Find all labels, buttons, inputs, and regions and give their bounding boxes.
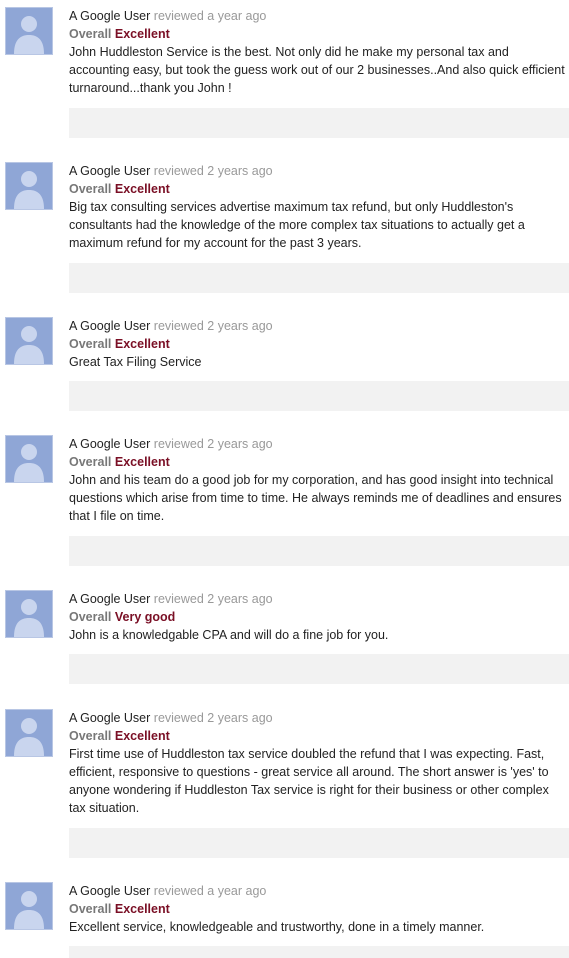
review-date: reviewed a year ago	[153, 9, 267, 23]
review-meta: A Google User reviewed 2 years ago	[69, 590, 569, 608]
user-avatar-icon[interactable]	[5, 162, 53, 210]
review-text: Excellent service, knowledgeable and tru…	[69, 920, 485, 934]
reviewer-name[interactable]: A Google User	[69, 884, 150, 898]
review-meta: A Google User reviewed 2 years ago	[69, 317, 569, 335]
review-rating: Overall Excellent	[69, 453, 569, 471]
user-avatar-icon[interactable]	[5, 317, 53, 365]
review-rating: Overall Excellent	[69, 180, 569, 198]
user-avatar-icon[interactable]	[5, 7, 53, 55]
rating-label: Overall	[69, 902, 112, 916]
review-meta: A Google User reviewed 2 years ago	[69, 162, 569, 180]
review-meta: A Google User reviewed 2 years ago	[69, 435, 569, 453]
review-meta: A Google User reviewed 2 years ago	[69, 709, 569, 727]
review-date: reviewed 2 years ago	[153, 592, 273, 606]
rating-value: Excellent	[114, 182, 170, 196]
review-rating: Overall Very good	[69, 608, 569, 626]
rating-label: Overall	[69, 729, 112, 743]
reviewer-name[interactable]: A Google User	[69, 592, 150, 606]
review-body: A Google User reviewed 2 years ago Overa…	[69, 435, 569, 525]
review-body: A Google User reviewed 2 years ago Overa…	[69, 709, 569, 817]
rating-value: Excellent	[114, 27, 170, 41]
user-avatar-icon[interactable]	[5, 590, 53, 638]
review-date: reviewed 2 years ago	[153, 164, 273, 178]
user-avatar-icon[interactable]	[5, 435, 53, 483]
review-text: Big tax consulting services advertise ma…	[69, 200, 525, 250]
review-body: A Google User reviewed 2 years ago Overa…	[69, 317, 569, 371]
review-action-bar	[69, 828, 569, 858]
user-avatar-icon[interactable]	[5, 709, 53, 757]
review-date: reviewed a year ago	[153, 884, 267, 898]
review-body: A Google User reviewed a year ago Overal…	[69, 7, 569, 97]
review-rating: Overall Excellent	[69, 335, 569, 353]
review-rating: Overall Excellent	[69, 25, 569, 43]
review-date: reviewed 2 years ago	[153, 319, 273, 333]
review-body: A Google User reviewed 2 years ago Overa…	[69, 162, 569, 252]
reviewer-name[interactable]: A Google User	[69, 164, 150, 178]
review-body: A Google User reviewed a year ago Overal…	[69, 882, 569, 936]
review-action-bar	[69, 536, 569, 566]
rating-value: Very good	[114, 610, 176, 624]
review-meta: A Google User reviewed a year ago	[69, 882, 569, 900]
review-date: reviewed 2 years ago	[153, 711, 273, 725]
rating-label: Overall	[69, 337, 112, 351]
review-rating: Overall Excellent	[69, 900, 569, 918]
review-text: John is a knowledgable CPA and will do a…	[69, 628, 389, 642]
review-date: reviewed 2 years ago	[153, 437, 273, 451]
user-avatar-icon[interactable]	[5, 882, 53, 930]
review-text: Great Tax Filing Service	[69, 355, 202, 369]
rating-label: Overall	[69, 610, 112, 624]
review-action-bar	[69, 381, 569, 411]
review-text: First time use of Huddleston tax service…	[69, 747, 549, 815]
review-action-bar	[69, 263, 569, 293]
rating-label: Overall	[69, 27, 112, 41]
review-rating: Overall Excellent	[69, 727, 569, 745]
reviewer-name[interactable]: A Google User	[69, 9, 150, 23]
rating-value: Excellent	[114, 729, 170, 743]
review-meta: A Google User reviewed a year ago	[69, 7, 569, 25]
reviewer-name[interactable]: A Google User	[69, 319, 150, 333]
review-text: John Huddleston Service is the best. Not…	[69, 45, 565, 95]
rating-value: Excellent	[114, 337, 170, 351]
rating-label: Overall	[69, 182, 112, 196]
rating-label: Overall	[69, 455, 112, 469]
review-body: A Google User reviewed 2 years ago Overa…	[69, 590, 569, 644]
reviewer-name[interactable]: A Google User	[69, 711, 150, 725]
rating-value: Excellent	[114, 902, 170, 916]
review-action-bar	[69, 108, 569, 138]
reviewer-name[interactable]: A Google User	[69, 437, 150, 451]
review-action-bar	[69, 654, 569, 684]
review-action-bar	[69, 946, 569, 958]
rating-value: Excellent	[114, 455, 170, 469]
review-text: John and his team do a good job for my c…	[69, 473, 562, 523]
